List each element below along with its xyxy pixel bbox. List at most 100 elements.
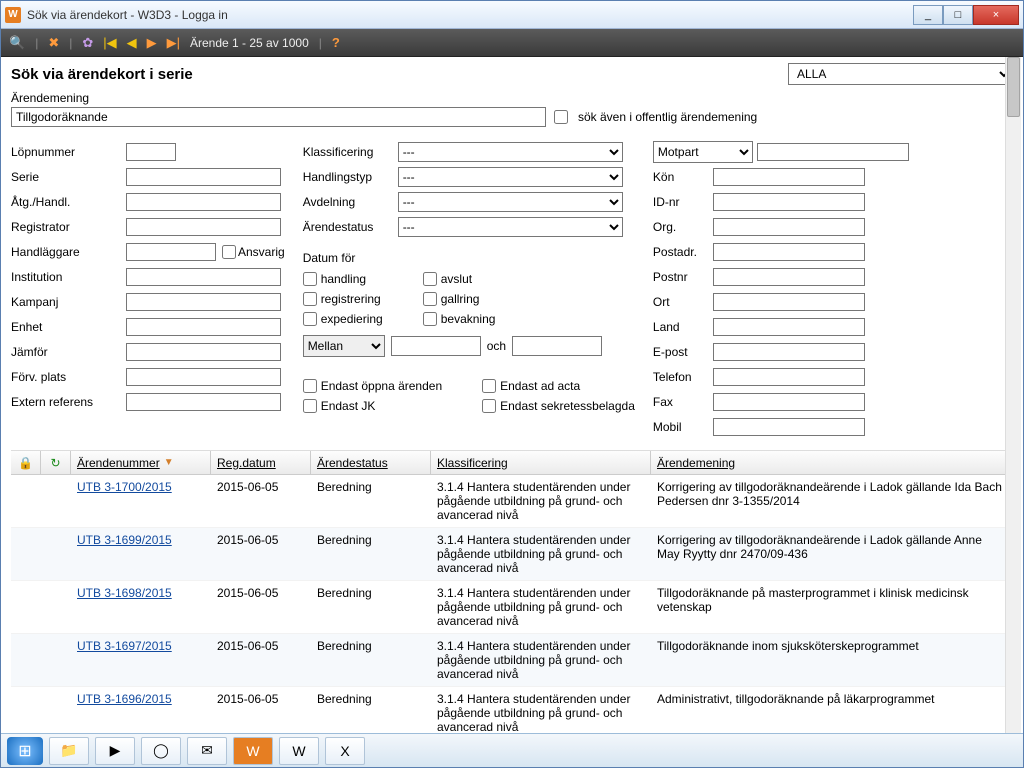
- sort-desc-icon: ▼: [164, 457, 174, 468]
- lopnummer-input[interactable]: [126, 143, 176, 161]
- last-icon[interactable]: ▶|: [167, 35, 180, 51]
- atghandl-input[interactable]: [126, 193, 281, 211]
- table-row[interactable]: UTB 3-1698/20152015-06-05Beredning3.1.4 …: [11, 581, 1013, 634]
- enhet-input[interactable]: [126, 318, 281, 336]
- col-klassificering[interactable]: Klassificering: [437, 456, 508, 470]
- endast-adacta-checkbox[interactable]: [482, 379, 496, 393]
- gallring-checkbox[interactable]: [423, 292, 437, 306]
- postadr-input[interactable]: [713, 243, 865, 261]
- fax-input[interactable]: [713, 393, 865, 411]
- cell-mening: Tillgodoräknande på masterprogrammet i k…: [651, 586, 1013, 628]
- epost-label: E-post: [653, 345, 713, 359]
- mediaplayer-icon[interactable]: ▶: [95, 737, 135, 765]
- cell-date: 2015-06-05: [211, 480, 311, 522]
- arendenummer-link[interactable]: UTB 3-1700/2015: [77, 480, 172, 494]
- prev-icon[interactable]: ◀: [127, 35, 137, 51]
- institution-input[interactable]: [126, 268, 281, 286]
- col-arendemening[interactable]: Ärendemening: [657, 456, 735, 470]
- avdelning-select[interactable]: ---: [398, 192, 623, 212]
- ort-input[interactable]: [713, 293, 865, 311]
- lopnummer-label: Löpnummer: [11, 145, 126, 159]
- avslut-checkbox[interactable]: [423, 272, 437, 286]
- handlingstyp-select[interactable]: ---: [398, 167, 623, 187]
- table-row[interactable]: UTB 3-1696/20152015-06-05Beredning3.1.4 …: [11, 687, 1013, 733]
- postadr-label: Postadr.: [653, 245, 713, 259]
- w3d3-taskbar-icon[interactable]: W: [233, 737, 273, 765]
- minimize-button[interactable]: _: [913, 5, 943, 25]
- first-icon[interactable]: |◀: [103, 35, 116, 51]
- arendenummer-link[interactable]: UTB 3-1698/2015: [77, 586, 172, 600]
- explorer-icon[interactable]: 📁: [49, 737, 89, 765]
- ansvarig-checkbox[interactable]: [222, 245, 236, 259]
- mellan-select[interactable]: Mellan: [303, 335, 385, 357]
- mobil-input[interactable]: [713, 418, 865, 436]
- endast-sekretess-checkbox[interactable]: [482, 399, 496, 413]
- col-arendestatus[interactable]: Ärendestatus: [317, 456, 388, 470]
- kampanj-label: Kampanj: [11, 295, 126, 309]
- land-input[interactable]: [713, 318, 865, 336]
- col-regdatum[interactable]: Reg.datum: [217, 456, 276, 470]
- postnr-label: Postnr: [653, 270, 713, 284]
- search-icon[interactable]: 🔍: [9, 35, 25, 51]
- cell-date: 2015-06-05: [211, 586, 311, 628]
- endast-sekretess-label: Endast sekretessbelagda: [500, 399, 635, 413]
- series-select[interactable]: ALLA: [788, 63, 1013, 85]
- date-from-input[interactable]: [391, 336, 481, 356]
- org-input[interactable]: [713, 218, 865, 236]
- arendenummer-link[interactable]: UTB 3-1699/2015: [77, 533, 172, 547]
- externreferens-input[interactable]: [126, 393, 281, 411]
- cell-mening: Administrativt, tillgodoräknande på läka…: [651, 692, 1013, 733]
- start-button[interactable]: ⊞: [7, 737, 43, 765]
- gears-icon[interactable]: ✿: [82, 35, 93, 51]
- chrome-icon[interactable]: ◯: [141, 737, 181, 765]
- handlaggare-input[interactable]: [126, 243, 216, 261]
- scroll-thumb[interactable]: [1007, 57, 1020, 117]
- org-label: Org.: [653, 220, 713, 234]
- registrator-input[interactable]: [126, 218, 281, 236]
- help-icon[interactable]: ?: [332, 35, 340, 50]
- arendenummer-link[interactable]: UTB 3-1697/2015: [77, 639, 172, 653]
- refresh-icon[interactable]: ↻: [50, 456, 60, 470]
- arendemening-input[interactable]: [11, 107, 546, 127]
- next-icon[interactable]: ▶: [147, 35, 157, 51]
- endast-oppna-label: Endast öppna ärenden: [321, 379, 442, 393]
- idnr-input[interactable]: [713, 193, 865, 211]
- date-to-input[interactable]: [512, 336, 602, 356]
- endast-jk-checkbox[interactable]: [303, 399, 317, 413]
- handling-checkbox[interactable]: [303, 272, 317, 286]
- delete-icon[interactable]: ✖: [48, 35, 59, 51]
- table-row[interactable]: UTB 3-1700/20152015-06-05Beredning3.1.4 …: [11, 475, 1013, 528]
- table-row[interactable]: UTB 3-1699/20152015-06-05Beredning3.1.4 …: [11, 528, 1013, 581]
- maximize-button[interactable]: □: [943, 5, 973, 25]
- jamfor-input[interactable]: [126, 343, 281, 361]
- postnr-input[interactable]: [713, 268, 865, 286]
- klassificering-select[interactable]: ---: [398, 142, 623, 162]
- app-icon: W: [5, 7, 21, 23]
- arendenummer-link[interactable]: UTB 3-1696/2015: [77, 692, 172, 706]
- lock-icon[interactable]: 🔒: [18, 456, 33, 470]
- motpart-input[interactable]: [757, 143, 909, 161]
- col-arendenummer[interactable]: Ärendenummer: [77, 456, 160, 470]
- registrering-checkbox[interactable]: [303, 292, 317, 306]
- epost-input[interactable]: [713, 343, 865, 361]
- close-button[interactable]: ×: [973, 5, 1019, 25]
- table-row[interactable]: UTB 3-1697/20152015-06-05Beredning3.1.4 …: [11, 634, 1013, 687]
- atghandl-label: Åtg./Handl.: [11, 195, 126, 209]
- outlook-icon[interactable]: ✉: [187, 737, 227, 765]
- forvplats-input[interactable]: [126, 368, 281, 386]
- expediering-checkbox[interactable]: [303, 312, 317, 326]
- public-search-checkbox[interactable]: [554, 110, 568, 124]
- telefon-input[interactable]: [713, 368, 865, 386]
- serie-input[interactable]: [126, 168, 281, 186]
- excel-icon[interactable]: X: [325, 737, 365, 765]
- bevakning-checkbox[interactable]: [423, 312, 437, 326]
- arendestatus-select[interactable]: ---: [398, 217, 623, 237]
- gallring-label: gallring: [441, 292, 480, 306]
- kampanj-input[interactable]: [126, 293, 281, 311]
- endast-oppna-checkbox[interactable]: [303, 379, 317, 393]
- vertical-scrollbar[interactable]: [1005, 57, 1021, 733]
- kon-input[interactable]: [713, 168, 865, 186]
- motpart-select[interactable]: Motpart: [653, 141, 753, 163]
- word-icon[interactable]: W: [279, 737, 319, 765]
- arendestatus-label: Ärendestatus: [303, 220, 398, 234]
